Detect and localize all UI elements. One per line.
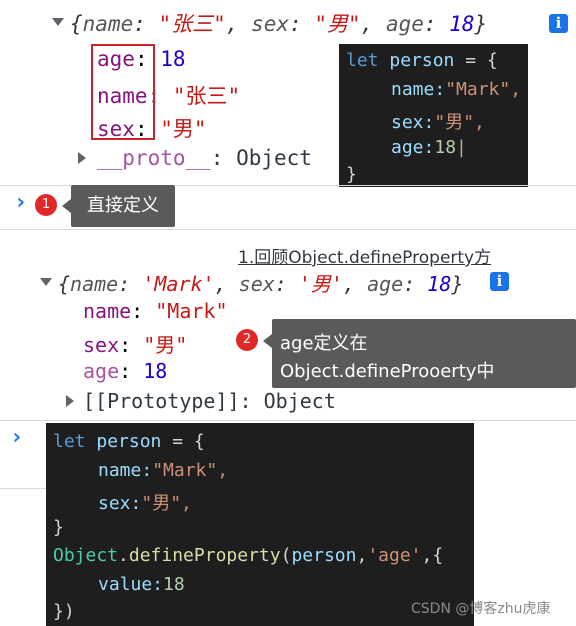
highlight-box: [91, 44, 155, 140]
console-prompt-chevron-icon[interactable]: ›: [10, 425, 23, 450]
code-snippet-2: let person = { name:"Mark", sex:"男", } O…: [46, 423, 474, 626]
object-summary[interactable]: {name: 'Mark', sex: '男', age: 18}: [58, 268, 463, 297]
info-icon[interactable]: i: [549, 14, 568, 33]
divider: [0, 420, 576, 421]
source-link[interactable]: 1.回顾Object.defineProperty方: [238, 243, 576, 268]
property-row-sex: sex: "男": [83, 333, 188, 357]
step-badge-2: 2: [236, 329, 258, 351]
expand-down-icon[interactable]: [40, 278, 52, 286]
watermark: CSDN @博客zhu虎康: [411, 601, 551, 617]
step-badge-1: 1: [35, 194, 57, 216]
callout-direct-define: 直接定义: [71, 185, 175, 227]
console-prompt-chevron-icon[interactable]: ›: [14, 190, 27, 215]
property-row-name: name: "Mark": [83, 299, 228, 323]
property-row-age: age: 18: [83, 359, 168, 383]
object-summary[interactable]: {name: "张三", sex: "男", age: 18}: [70, 8, 487, 38]
console-panel-1: {name: "张三", sex: "男", age: 18} i age: 1…: [0, 0, 576, 187]
callout-pointer: [263, 334, 272, 348]
callout-line-1: age定义在: [280, 333, 368, 354]
callout-define-property: age定义在 Object.defineProoerty中: [272, 319, 576, 388]
info-icon[interactable]: i: [490, 272, 509, 291]
proto-row[interactable]: __proto__: Object: [97, 146, 312, 170]
divider: [0, 488, 46, 489]
divider: [0, 229, 576, 230]
code-snippet-1: let person = { name:"Mark", sex:"男", age…: [339, 44, 528, 187]
callout-pointer: [62, 199, 71, 213]
expand-right-icon[interactable]: [78, 152, 86, 164]
expand-right-icon[interactable]: [66, 395, 74, 407]
expand-down-icon[interactable]: [52, 18, 64, 26]
prototype-row[interactable]: [[Prototype]]: Object: [83, 389, 336, 413]
callout-line-2: Object.defineProoerty中: [280, 361, 495, 382]
